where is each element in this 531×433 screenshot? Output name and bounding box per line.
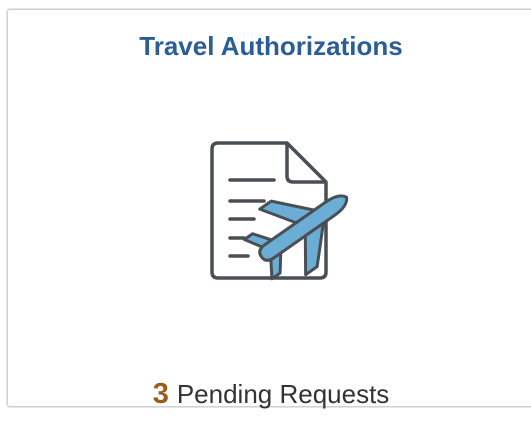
pending-label: Pending Requests [176, 379, 390, 409]
document-airplane-icon [192, 135, 362, 285]
pending-requests-summary: 3 Pending Requests [8, 378, 531, 411]
pending-count: 3 [152, 378, 169, 410]
travel-authorizations-tile[interactable]: Travel Authorizations 3 Pending Requests [7, 9, 531, 410]
tile-title: Travel Authorizations [139, 31, 403, 61]
